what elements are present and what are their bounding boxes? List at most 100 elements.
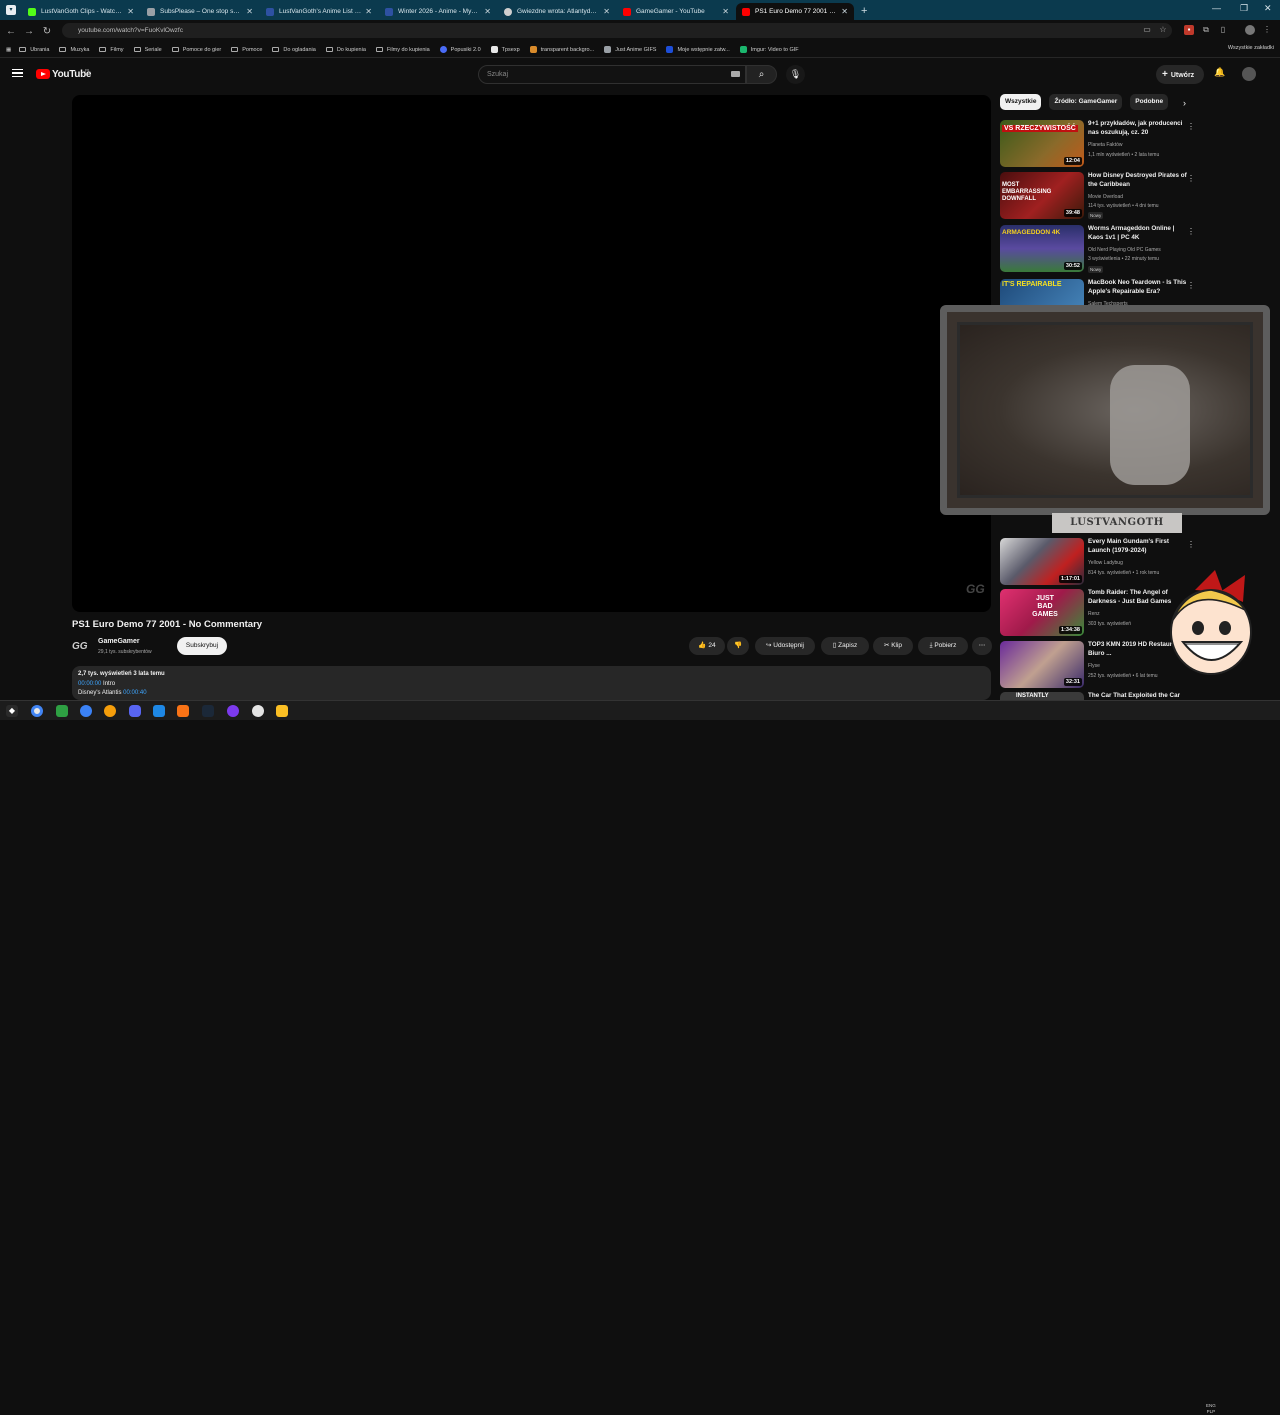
sidebar-icon[interactable]: ▯ <box>1218 25 1228 35</box>
tab-close-icon[interactable]: ✕ <box>365 7 372 16</box>
close-window-icon[interactable]: ✕ <box>1264 3 1272 14</box>
chip-from-channel[interactable]: Źródło: GameGamer <box>1049 94 1123 110</box>
subscribe-button[interactable]: Subskrybuj <box>177 637 227 655</box>
back-icon[interactable]: ← <box>2 26 20 37</box>
tab-close-icon[interactable]: ✕ <box>603 7 610 16</box>
bookmark-folder[interactable]: Filmy do kupienia <box>375 47 430 53</box>
browser-tab[interactable]: Winter 2026 - Anime - MyAnime✕ <box>379 3 497 20</box>
bookmark-folder[interactable]: Muzyka <box>59 47 89 53</box>
create-button[interactable]: + Utwórz <box>1156 65 1204 84</box>
video-thumbnail[interactable]: ARMAGEDDON 4K 30:52 <box>1000 225 1084 272</box>
channel-avatar[interactable]: GG <box>72 638 92 656</box>
browser-tab[interactable]: LustVanGoth's Anime List - My ✕ <box>260 3 378 20</box>
search-input[interactable]: Szukaj <box>478 65 746 84</box>
more-options-icon[interactable]: ⋮ <box>1187 174 1195 183</box>
discord-icon[interactable] <box>129 705 141 717</box>
video-thumbnail[interactable]: INSTANTLY <box>1000 692 1084 700</box>
chip-all[interactable]: Wszystkie <box>1000 94 1042 110</box>
dislike-button[interactable]: 👎 <box>727 637 749 655</box>
video-thumbnail[interactable]: MOST EMBARRASSING DOWNFALL 39:48 <box>1000 172 1084 219</box>
video-thumbnail[interactable]: JUST BAD GAMES 1:34:38 <box>1000 589 1084 636</box>
url-field[interactable]: youtube.com/watch?v=FuoKvlOwzfc <box>62 23 1172 38</box>
restore-icon[interactable]: ❐ <box>1240 3 1248 14</box>
bookmark-folder[interactable]: Pomoce do gier <box>171 47 221 53</box>
recommendation-channel[interactable]: Movie Overload <box>1088 194 1123 200</box>
tab-close-icon[interactable]: ✕ <box>722 7 729 16</box>
bookmark-folder[interactable]: Do ogladania <box>272 47 316 53</box>
more-actions-button[interactable]: ⋯ <box>972 637 992 655</box>
video-thumbnail[interactable]: 1:17:01 <box>1000 538 1084 585</box>
start-icon[interactable]: ◆ <box>6 705 18 717</box>
recommendation-title[interactable]: Worms Armageddon Online | Kaos 1v1 | PC … <box>1088 225 1190 242</box>
bookmark-star-icon[interactable]: ☆ <box>1158 25 1168 35</box>
share-button[interactable]: ↪ Udostępnij <box>755 637 815 655</box>
channel-name[interactable]: GameGamer <box>98 638 140 645</box>
menu-hamburger-icon[interactable] <box>12 69 23 77</box>
browser-menu-icon[interactable]: ⋮ <box>1262 25 1272 35</box>
chrome-icon[interactable] <box>31 705 43 717</box>
recommendation-channel[interactable]: Yellow Ladybug <box>1088 560 1123 566</box>
profile-avatar-icon[interactable] <box>1245 25 1255 35</box>
browser-tab[interactable]: SubsPlease – One stop shop for ✕ <box>141 3 259 20</box>
new-tab-button[interactable]: + <box>861 3 867 20</box>
bookmark-folder[interactable]: Filmy <box>99 47 124 53</box>
more-options-icon[interactable]: ⋮ <box>1187 540 1195 549</box>
save-button[interactable]: ▯ Zapisz <box>821 637 869 655</box>
recommendation-title[interactable]: Every Main Gundam's First Launch (1979-2… <box>1088 538 1190 555</box>
tab-close-icon[interactable]: ✕ <box>127 7 134 16</box>
tab-close-icon[interactable]: ✕ <box>841 7 848 16</box>
extensions-puzzle-icon[interactable]: ⧉ <box>1201 25 1211 35</box>
app-icon[interactable] <box>104 705 116 717</box>
video-thumbnail[interactable]: 32:31 <box>1000 641 1084 688</box>
apps-grid-icon[interactable]: ▦ <box>6 47 11 53</box>
like-button[interactable]: 👍 24 <box>689 637 725 655</box>
all-bookmarks-button[interactable]: Wszystkie zakładki <box>1228 45 1274 51</box>
voice-search-button[interactable]: 🎙 <box>786 65 805 84</box>
chip-related[interactable]: Podobne <box>1130 94 1169 110</box>
recommendation-channel[interactable]: Old Nerd Playing Old PC Games <box>1088 247 1161 253</box>
forward-icon[interactable]: → <box>20 26 38 37</box>
clip-button[interactable]: ✂ Klip <box>873 637 913 655</box>
download-button[interactable]: ⤓ Pobierz <box>918 637 968 655</box>
video-thumbnail[interactable]: VS RZECZYWISTOŚĆ 12:04 <box>1000 120 1084 167</box>
notifications-bell-icon[interactable]: 🔔 <box>1213 67 1227 81</box>
cast-icon[interactable]: ▭ <box>1142 25 1152 35</box>
browser-tab[interactable]: GameGamer - YouTube ✕ <box>617 3 735 20</box>
account-avatar[interactable] <box>1242 67 1256 81</box>
recommendation-item[interactable]: VS RZECZYWISTOŚĆ 12:04 9+1 przykładów, ja… <box>1000 120 1195 170</box>
file-explorer-icon[interactable] <box>276 705 288 717</box>
bookmark-link[interactable]: Tpsexp <box>490 46 520 53</box>
recommendation-title[interactable]: How Disney Destroyed Pirates of the Cari… <box>1088 172 1190 189</box>
youtube-logo-icon[interactable] <box>36 69 50 79</box>
recommendation-channel[interactable]: Renz <box>1088 611 1100 617</box>
tab-search-icon[interactable]: ▾ <box>6 5 16 15</box>
bookmark-folder[interactable]: Seriale <box>133 47 162 53</box>
recommendation-title[interactable]: The Car That Exploited the Car <box>1088 692 1190 700</box>
chapter-timestamp[interactable]: 00:00:00 <box>78 681 101 687</box>
minimize-icon[interactable]: — <box>1212 3 1221 13</box>
search-button[interactable]: ⌕ <box>746 65 777 84</box>
more-options-icon[interactable]: ⋮ <box>1187 122 1195 131</box>
bookmark-link[interactable]: Moje wstępnie zatw... <box>666 46 730 53</box>
browser-tab[interactable]: Gwiezdne wrota: Atlantyda / St ✕ <box>498 3 616 20</box>
bookmark-link[interactable]: Just Anime GIFS <box>604 46 656 53</box>
tab-close-icon[interactable]: ✕ <box>484 7 491 16</box>
bookmark-folder[interactable]: Ubrania <box>19 47 49 53</box>
browser-tab[interactable]: LustVanGoth Clips - Watch Live ✕ <box>22 3 140 20</box>
browser-tab-active[interactable]: PS1 Euro Demo 77 2001 - No C✕ <box>736 3 854 20</box>
recommendation-item[interactable]: MOST EMBARRASSING DOWNFALL 39:48 How Disn… <box>1000 172 1195 222</box>
bookmark-folder[interactable]: Do kupienia <box>325 47 366 53</box>
video-description[interactable]: 2,7 tys. wyświetleń 3 lata temu 00:00:00… <box>72 666 991 700</box>
extension-icon[interactable]: ▪ <box>1184 25 1194 35</box>
bookmark-link[interactable]: Imgur: Video to GIF <box>739 46 799 53</box>
language-indicator[interactable]: ENG PLP <box>1206 1403 1216 1415</box>
video-player[interactable] <box>72 95 991 612</box>
recommendation-item[interactable]: INSTANTLY The Car That Exploited the Car <box>1000 692 1195 700</box>
chapter-timestamp[interactable]: 00:00:40 <box>123 690 146 696</box>
recommendation-channel[interactable]: Flyse <box>1088 663 1100 669</box>
app-icon[interactable] <box>56 705 68 717</box>
chevron-right-icon[interactable]: › <box>1183 98 1186 108</box>
recommendation-title[interactable]: MacBook Neo Teardown - Is This Apple's R… <box>1088 279 1190 296</box>
app-icon[interactable] <box>227 705 239 717</box>
bookmark-folder[interactable]: Pomoce <box>231 47 262 53</box>
